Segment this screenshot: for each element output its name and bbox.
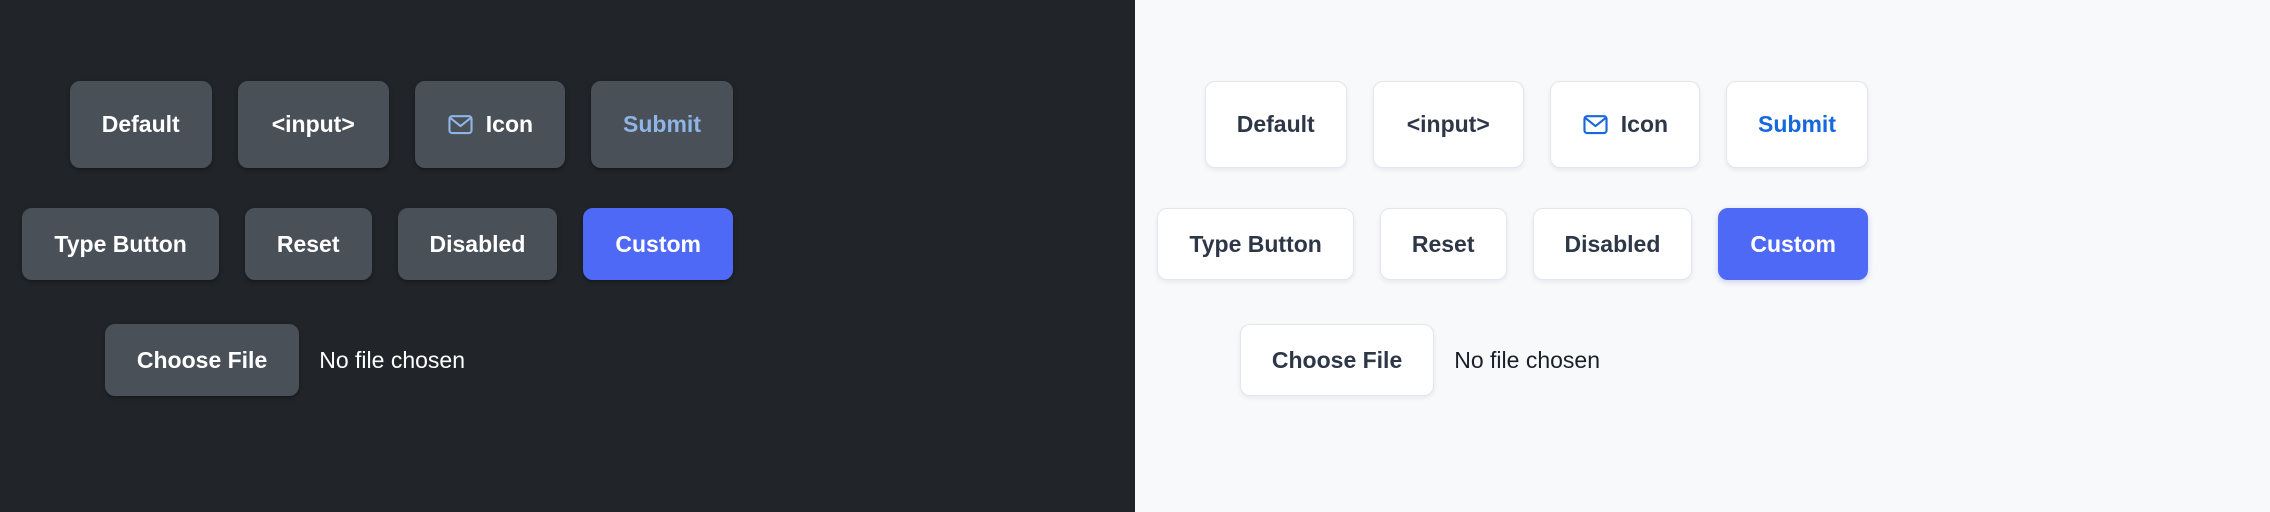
disabled-button: Disabled [397,208,558,280]
submit-button[interactable]: Submit [591,81,733,168]
button-label: Type Button [54,230,187,257]
button-label: Default [1236,111,1315,137]
button-label: Custom [615,230,701,257]
file-input-field[interactable]: Choose File No file chosen [1239,324,1600,396]
dark-theme-panel: Default <input> Icon Submit Type Button … [0,0,1135,512]
icon-button[interactable]: Icon [1549,81,1701,168]
disabled-button: Disabled [1532,208,1693,280]
choose-file-button[interactable]: Choose File [104,324,300,396]
input-button[interactable]: <input> [237,81,389,168]
default-button[interactable]: Default [1204,81,1347,168]
button-label: <input> [1406,111,1490,137]
button-label: <input> [271,111,355,137]
button-label: Choose File [1271,346,1403,373]
button-label: Default [101,111,180,137]
default-button[interactable]: Default [69,81,212,168]
mail-icon [1582,111,1609,138]
button-label: Submit [1758,111,1836,137]
button-label: Choose File [136,346,268,373]
button-label: Disabled [429,230,526,257]
button-label: Reset [1411,230,1475,257]
primary-variants-row: Default <input> Icon Submit [69,81,733,168]
button-label: Reset [276,230,340,257]
secondary-variants-row: Type Button Reset Disabled Custom [22,208,733,280]
file-input-row: Choose File No file chosen [104,324,465,396]
reset-button[interactable]: Reset [1379,208,1507,280]
reset-button[interactable]: Reset [244,208,372,280]
choose-file-button[interactable]: Choose File [1239,324,1435,396]
custom-button[interactable]: Custom [1718,208,1868,280]
submit-button[interactable]: Submit [1726,81,1868,168]
button-label: Icon [1620,111,1669,137]
button-label: Submit [623,111,701,137]
primary-variants-row: Default <input> Icon Submit [1204,81,1868,168]
mail-icon [447,111,474,138]
button-label: Type Button [1189,230,1322,257]
button-label: Disabled [1564,230,1661,257]
file-input-field[interactable]: Choose File No file chosen [104,324,465,396]
secondary-variants-row: Type Button Reset Disabled Custom [1157,208,1868,280]
file-input-row: Choose File No file chosen [1239,324,1600,396]
input-button[interactable]: <input> [1372,81,1524,168]
file-status-text: No file chosen [319,346,465,373]
type-button[interactable]: Type Button [1157,208,1354,280]
button-label: Icon [485,111,534,137]
type-button[interactable]: Type Button [22,208,219,280]
light-theme-panel: Default <input> Icon Submit Type Button … [1135,0,2270,512]
file-status-text: No file chosen [1454,346,1600,373]
button-label: Custom [1750,230,1836,257]
custom-button[interactable]: Custom [583,208,733,280]
icon-button[interactable]: Icon [414,81,566,168]
